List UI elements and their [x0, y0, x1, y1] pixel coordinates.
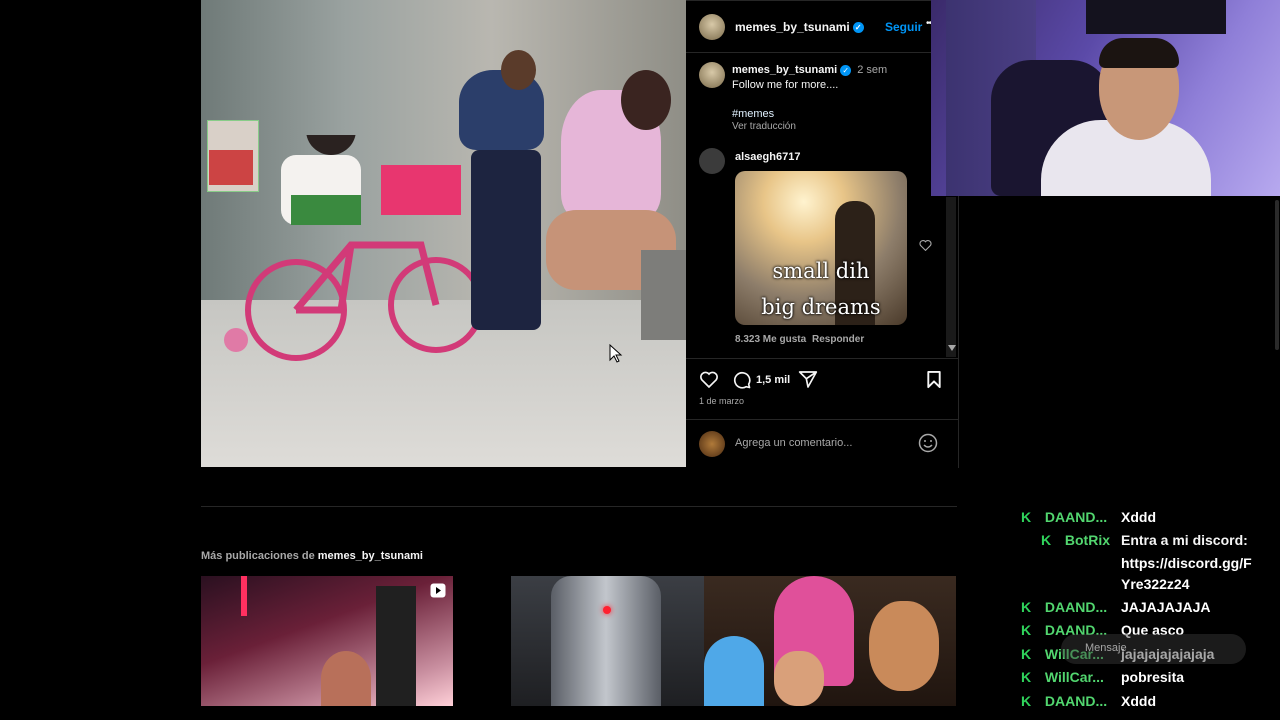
kick-badge-icon: K — [1021, 509, 1032, 525]
comment-divider — [686, 419, 958, 420]
comment-image[interactable]: small dih big dreams — [735, 171, 907, 325]
chat-text: pobresita — [1121, 669, 1185, 685]
my-avatar — [699, 431, 725, 457]
cam-tv — [1086, 0, 1226, 34]
comment-like-heart-icon[interactable] — [919, 239, 932, 251]
neon-light — [241, 576, 247, 616]
kick-badge-icon: K — [1021, 693, 1032, 709]
bicycle-illustration — [224, 135, 481, 361]
reel-video-icon — [430, 583, 446, 598]
reply-button[interactable]: Responder — [812, 334, 864, 345]
caption-time: 2 sem — [857, 64, 888, 76]
overlay-text: Mensaje — [1085, 642, 1127, 654]
like-heart-icon[interactable] — [699, 370, 719, 389]
share-icon[interactable] — [798, 370, 818, 389]
stream-chat: K DAAND... Xddd K BotRix Entra a mi disc… — [1021, 506, 1280, 720]
hashtag-link[interactable]: #memes — [732, 108, 774, 120]
chat-message: K DAAND... Xddd — [1021, 509, 1156, 525]
comment-bubble-icon[interactable] — [732, 370, 752, 390]
webcam-overlay — [931, 0, 1280, 196]
boy-face — [869, 601, 939, 691]
comment-author[interactable]: alsaegh6717 — [735, 151, 800, 163]
chat-message: K WillCar... pobresita — [1021, 669, 1184, 685]
header-divider — [686, 52, 958, 53]
comments-scrollbar[interactable] — [946, 197, 956, 357]
chat-text-continued[interactable]: https://discord.gg/F — [1121, 555, 1252, 571]
thumbnail-post-3[interactable] — [704, 576, 956, 706]
kick-badge-icon: K — [1021, 646, 1032, 662]
caption-author[interactable]: memes_by_tsunami — [732, 64, 837, 76]
meme-text-line1: small dih — [772, 259, 870, 283]
translate-link[interactable]: Ver traducción — [732, 121, 796, 132]
chat-username[interactable]: DAAND... — [1045, 509, 1107, 525]
caption-header: memes_by_tsunami ✓ 2 sem — [732, 64, 887, 76]
comment-input[interactable]: Agrega un comentario... — [735, 437, 852, 449]
chat-text: Entra a mi discord: — [1121, 532, 1248, 548]
kick-badge-icon: K — [1041, 532, 1052, 548]
kick-badge-icon: K — [1021, 599, 1032, 615]
more-posts-heading: Más publicaciones de memes_by_tsunami — [201, 550, 423, 562]
message-overlay-pill[interactable]: Mensaje — [1061, 634, 1246, 664]
post-side-panel: memes_by_tsunami ✓ Seguir ••• memes_by_ts… — [686, 0, 959, 468]
comment-count: 1,5 mil — [756, 374, 791, 386]
girl-head — [621, 70, 671, 130]
verified-badge-icon: ✓ — [852, 22, 864, 34]
chat-text: JAJAJAJAJA — [1121, 599, 1211, 615]
comment-likes[interactable]: 8.323 Me gusta — [735, 334, 806, 345]
post-media[interactable] — [201, 0, 686, 467]
chat-username[interactable]: DAAND... — [1045, 599, 1107, 615]
save-bookmark-icon[interactable] — [926, 370, 942, 389]
scroll-down-arrow-icon[interactable] — [948, 345, 956, 351]
person-head — [321, 651, 371, 706]
page-scrollbar[interactable] — [1275, 200, 1279, 350]
actions-divider — [686, 358, 958, 359]
thumbnail-post-2[interactable] — [511, 576, 704, 706]
cam-person-hair — [1099, 38, 1179, 68]
child-head — [501, 50, 536, 90]
person-hijab-blue — [704, 636, 764, 706]
chat-text: Xddd — [1121, 693, 1156, 709]
follow-button[interactable]: Seguir — [885, 20, 922, 34]
chat-username[interactable]: BotRix — [1065, 532, 1110, 548]
more-posts-prefix: Más publicaciones de — [201, 550, 315, 562]
post-date: 1 de marzo — [699, 396, 745, 406]
more-posts-author[interactable]: memes_by_tsunami — [318, 550, 423, 562]
child-pants — [471, 150, 541, 330]
tower — [376, 586, 416, 706]
mouse-cursor-icon — [609, 344, 623, 363]
verified-badge-icon: ✓ — [840, 64, 852, 76]
child-face — [774, 651, 824, 706]
robot-body — [551, 576, 661, 706]
commenter-avatar[interactable] — [699, 148, 725, 174]
chat-text: Xddd — [1121, 509, 1156, 525]
chat-text-continued[interactable]: Yre322z24 — [1121, 576, 1190, 592]
step — [641, 250, 686, 340]
chat-username[interactable]: WillCar... — [1045, 669, 1104, 685]
author-name[interactable]: memes_by_tsunami — [735, 20, 850, 34]
section-divider — [201, 506, 957, 507]
caption-avatar[interactable] — [699, 62, 725, 88]
chat-message: K DAAND... JAJAJAJAJA — [1021, 599, 1210, 615]
chat-message: K BotRix — [1041, 532, 1110, 548]
chat-message: K DAAND... Xddd — [1021, 693, 1156, 709]
post-header-author[interactable]: memes_by_tsunami ✓ — [735, 20, 864, 34]
thumbnail-post-1[interactable] — [201, 576, 453, 706]
robot-eye — [603, 606, 611, 614]
emoji-picker-icon[interactable] — [918, 433, 938, 453]
kick-badge-icon: K — [1021, 622, 1032, 638]
meme-text-line2: big dreams — [761, 295, 881, 319]
author-avatar[interactable] — [699, 14, 725, 40]
chat-username[interactable]: DAAND... — [1045, 693, 1107, 709]
kick-badge-icon: K — [1021, 669, 1032, 685]
caption-text: Follow me for more.... — [732, 79, 839, 91]
